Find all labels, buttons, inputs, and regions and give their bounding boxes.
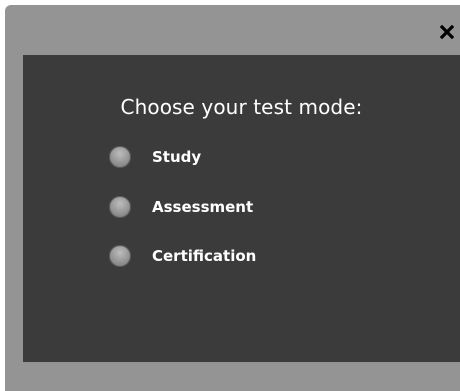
radio-button-icon[interactable] [109,245,131,267]
dialog-content-panel: Choose your test mode: Study Assessment … [23,55,460,362]
option-label: Study [152,148,202,166]
close-button[interactable] [438,23,456,41]
test-mode-dialog: Choose your test mode: Study Assessment … [5,5,460,391]
option-study[interactable]: Study [109,145,201,169]
option-certification[interactable]: Certification [109,244,256,268]
dialog-heading: Choose your test mode: [120,95,363,119]
option-assessment[interactable]: Assessment [109,195,253,219]
option-label: Assessment [152,198,254,216]
radio-button-icon[interactable] [109,146,131,168]
radio-button-icon[interactable] [109,196,131,218]
close-icon [440,25,454,39]
option-label: Certification [152,247,257,265]
